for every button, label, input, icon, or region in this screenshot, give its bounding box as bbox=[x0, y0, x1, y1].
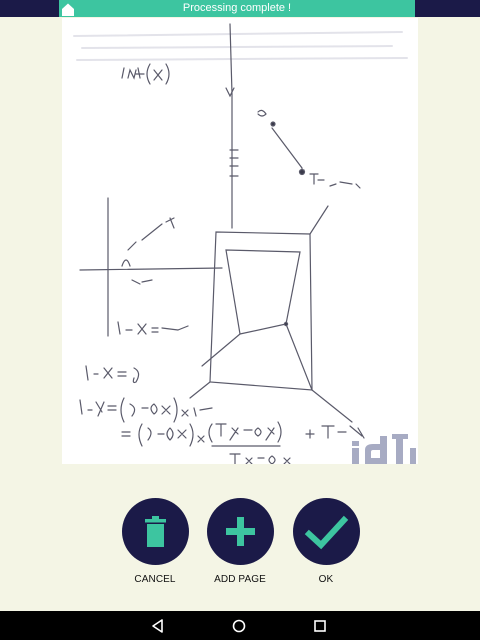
check-icon bbox=[304, 515, 348, 550]
recents-square-icon bbox=[314, 620, 326, 632]
home-icon[interactable] bbox=[61, 3, 75, 16]
trash-icon bbox=[144, 516, 166, 547]
action-bar: CANCEL ADD PAGE OK bbox=[0, 495, 480, 590]
home-circle-icon bbox=[232, 619, 246, 633]
ok-label: OK bbox=[318, 574, 334, 585]
back-button[interactable] bbox=[138, 611, 178, 640]
plus-icon bbox=[225, 517, 255, 546]
home-button[interactable] bbox=[219, 611, 259, 640]
scanned-document bbox=[62, 18, 418, 464]
processing-banner: Processing complete ! bbox=[59, 0, 415, 17]
navigation-bar bbox=[0, 611, 480, 640]
recents-button[interactable] bbox=[300, 611, 340, 640]
ok-button-circle[interactable] bbox=[292, 498, 360, 565]
back-triangle-icon bbox=[152, 619, 163, 633]
ok-button[interactable]: OK bbox=[271, 495, 381, 590]
add-page-button-circle[interactable] bbox=[206, 498, 274, 565]
cancel-button-circle[interactable] bbox=[121, 498, 189, 565]
handwritten-sketch bbox=[73, 23, 416, 464]
banner-text: Processing complete ! bbox=[182, 2, 292, 14]
